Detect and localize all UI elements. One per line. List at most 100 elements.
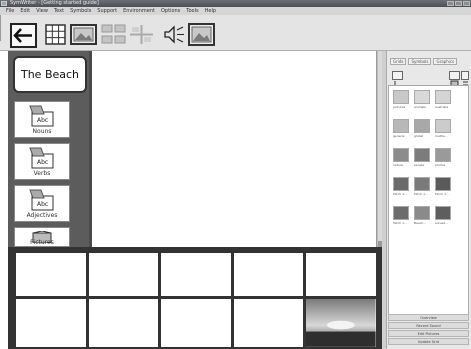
menu-text[interactable]: Text	[54, 7, 64, 15]
grid-cell[interactable]	[161, 299, 231, 347]
picture-icon	[73, 27, 94, 42]
resource-thumbnail[interactable]: pictures	[393, 90, 412, 109]
grid-cell[interactable]	[161, 253, 231, 297]
thumbnail-image	[393, 177, 409, 191]
category-verbs[interactable]: Abc Verbs	[14, 143, 70, 180]
menu-symbols[interactable]: Symbols	[70, 7, 91, 15]
maximize-button[interactable]	[455, 1, 462, 6]
back-button[interactable]	[10, 23, 37, 48]
resource-thumbnail[interactable]: australia	[435, 90, 454, 109]
abc-book-icon: Abc	[29, 189, 54, 211]
resource-thumbnail[interactable]: nature	[393, 148, 412, 167]
grid-icon	[45, 24, 66, 45]
insert-picture-button[interactable]	[70, 24, 97, 45]
menu-support[interactable]: Support	[97, 7, 117, 15]
view-thumbnails-button[interactable]	[449, 71, 460, 87]
grid-cell[interactable]	[88, 299, 159, 347]
svg-text:Abc: Abc	[37, 201, 48, 208]
footer-button-record[interactable]: Record Sound	[388, 322, 469, 329]
resource-thumbnail[interactable]: photos	[435, 148, 454, 167]
thumbnail-grid: pictures animals australia general global mat…	[393, 90, 454, 225]
grid-cell[interactable]	[88, 253, 159, 297]
panel-splitter[interactable]	[382, 51, 387, 349]
thumbnail-caption: maths...	[435, 134, 448, 138]
footer-button-overview[interactable]: Overview	[388, 314, 469, 321]
close-button[interactable]	[463, 1, 470, 6]
thumbnail-image	[414, 90, 430, 104]
cells-icon	[130, 25, 153, 44]
menu-bar: File Edit View Text Symbols Support Envi…	[0, 7, 471, 15]
grid-cell[interactable]	[306, 253, 376, 297]
cells-button[interactable]	[129, 24, 154, 45]
tab-grids[interactable]: Grids	[390, 58, 407, 65]
folder-up-button[interactable]	[392, 71, 403, 87]
view-list-button[interactable]	[461, 71, 469, 86]
speech-button[interactable]	[161, 24, 187, 45]
arrange-button[interactable]	[101, 24, 127, 45]
menu-environment[interactable]: Environment	[123, 7, 155, 15]
grid-cell[interactable]	[233, 299, 304, 347]
resource-thumbnail[interactable]: general	[393, 119, 412, 138]
back-arrow-icon	[13, 28, 32, 43]
menu-options[interactable]: Options	[161, 7, 180, 15]
category-nouns[interactable]: Abc Nouns	[14, 101, 70, 138]
window-controls	[447, 1, 470, 6]
symbol-grid	[8, 247, 384, 349]
abc-book-icon: Abc	[29, 147, 54, 169]
resource-thumbnail[interactable]: maths...	[435, 119, 454, 138]
grid-cell[interactable]	[16, 253, 86, 297]
page-title-cell[interactable]: The Beach	[13, 56, 87, 93]
app-icon	[1, 1, 7, 6]
thumbnail-image	[414, 119, 430, 133]
thumbnail-image	[414, 206, 430, 220]
thumbnail-caption: Fetch 1...	[393, 221, 407, 225]
thumbnail-image	[435, 148, 451, 162]
thumbnail-caption: general	[393, 134, 405, 138]
resource-thumbnail[interactable]: animals	[414, 90, 433, 109]
thumbnail-image	[435, 119, 451, 133]
tab-symbols[interactable]: Symbols	[408, 58, 432, 65]
resource-thumbnail[interactable]: Fetch 1...	[435, 177, 454, 196]
grid-cell-photo[interactable]	[306, 299, 376, 347]
menu-view[interactable]: View	[36, 7, 48, 15]
resource-thumbnail[interactable]: Fetch 1...	[393, 206, 412, 225]
grid-button[interactable]	[45, 24, 66, 45]
footer-button-update[interactable]: Update Grid	[388, 338, 469, 345]
resource-thumbnail[interactable]: sunset...	[435, 206, 454, 225]
resource-thumbnail[interactable]: global	[414, 119, 433, 138]
thumbnail-image	[414, 177, 430, 191]
category-adjectives[interactable]: Abc Adjectives	[14, 185, 70, 222]
thumbnail-caption: Beach...	[414, 221, 427, 225]
thumbnail-caption: Fetch 1...	[435, 192, 449, 196]
thumbnail-image	[393, 148, 409, 162]
thumbnail-caption: nature	[393, 163, 403, 167]
speaker-icon	[164, 25, 184, 44]
resource-thumbnail[interactable]: Fetch 1...	[393, 177, 412, 196]
footer-button-edit[interactable]: Edit Pictures	[388, 330, 469, 337]
menu-file[interactable]: File	[6, 7, 14, 15]
resource-thumbnail[interactable]: Beach...	[414, 206, 433, 225]
menu-edit[interactable]: Edit	[20, 7, 30, 15]
svg-text:Abc: Abc	[37, 117, 48, 124]
tab-graphics[interactable]: Graphics	[433, 58, 458, 65]
grid-cell[interactable]	[16, 299, 86, 347]
grid-cell[interactable]	[233, 253, 304, 297]
thumbnail-image	[414, 148, 430, 162]
picture-view-button[interactable]	[188, 23, 215, 46]
title-bar: SymWriter - [Getting started guide]	[0, 0, 471, 7]
category-label: Verbs	[33, 170, 51, 177]
thumbnail-caption: photos	[435, 163, 446, 167]
thumbnail-caption: animals	[414, 105, 426, 109]
minimize-button[interactable]	[447, 1, 454, 6]
menu-help[interactable]: Help	[205, 7, 216, 15]
resource-thumbnail[interactable]: people	[414, 148, 433, 167]
category-pictures[interactable]: Pictures	[14, 227, 70, 247]
thumbnail-caption: Fetch 1...	[414, 192, 428, 196]
thumbnail-image	[393, 119, 409, 133]
thumbnail-image	[393, 206, 409, 220]
thumbnail-caption: australia	[435, 105, 449, 109]
resource-thumbnail[interactable]: Fetch 1...	[414, 177, 433, 196]
picture-icon	[191, 26, 212, 43]
document-canvas[interactable]	[89, 51, 377, 247]
menu-tools[interactable]: Tools	[186, 7, 198, 15]
